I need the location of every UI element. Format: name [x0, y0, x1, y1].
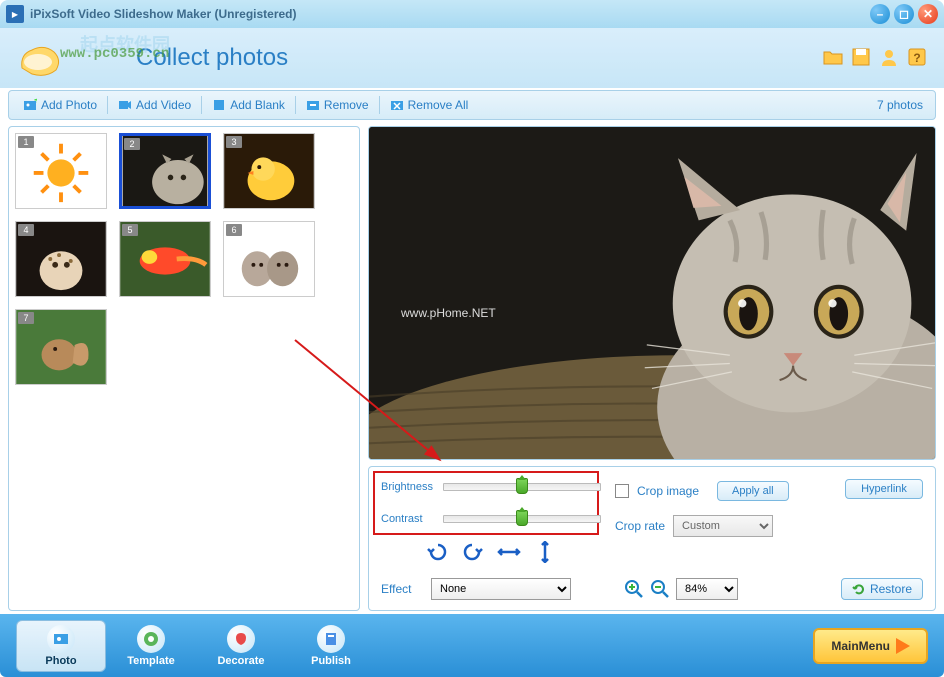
- photo-count: 7 photos: [877, 98, 929, 112]
- thumbnail-panel: 1 2 3 4 5 6 7: [8, 126, 360, 611]
- add-video-icon: [118, 98, 132, 112]
- close-button[interactable]: ✕: [918, 4, 938, 24]
- nav-publish-label: Publish: [311, 655, 351, 667]
- preview-watermark: www.pHome.NET: [401, 306, 496, 320]
- brightness-slider[interactable]: [443, 483, 601, 491]
- restore-label: Restore: [870, 582, 912, 596]
- brightness-label: Brightness: [381, 481, 443, 493]
- crop-image-checkbox[interactable]: [615, 484, 629, 498]
- preview-panel: www.pHome.NET: [368, 126, 936, 460]
- thumb-number: 5: [122, 224, 138, 236]
- restore-icon: [852, 582, 866, 596]
- main-menu-button[interactable]: MainMenu: [813, 628, 928, 664]
- nav-photo[interactable]: Photo: [16, 620, 106, 672]
- menu-arrow-icon: [896, 638, 910, 654]
- rotate-right-button[interactable]: [460, 541, 486, 563]
- remove-all-icon: [390, 98, 404, 112]
- thumbnail-7[interactable]: 7: [15, 309, 107, 385]
- flip-horizontal-button[interactable]: [496, 541, 522, 563]
- rotate-left-button[interactable]: [424, 541, 450, 563]
- add-photo-button[interactable]: + Add Photo: [15, 95, 105, 115]
- add-video-label: Add Video: [136, 98, 191, 112]
- window-title: iPixSoft Video Slideshow Maker (Unregist…: [30, 7, 870, 21]
- effect-select[interactable]: None: [431, 578, 571, 600]
- minimize-button[interactable]: –: [870, 4, 890, 24]
- nav-template[interactable]: Template: [106, 621, 196, 671]
- title-bar: ▶ iPixSoft Video Slideshow Maker (Unregi…: [0, 0, 944, 28]
- nav-decorate[interactable]: Decorate: [196, 621, 286, 671]
- contrast-label: Contrast: [381, 513, 443, 525]
- crop-rate-select[interactable]: Custom: [673, 515, 773, 537]
- bottom-nav: Photo Template Decorate Publish MainMenu: [0, 614, 944, 677]
- nav-photo-label: Photo: [45, 655, 76, 667]
- flip-vertical-button[interactable]: [532, 541, 558, 563]
- remove-label: Remove: [324, 98, 369, 112]
- zoom-in-icon[interactable]: [624, 579, 644, 599]
- add-blank-button[interactable]: Add Blank: [204, 95, 293, 115]
- nav-publish[interactable]: Publish: [286, 621, 376, 671]
- crop-rate-label: Crop rate: [615, 519, 665, 533]
- help-icon[interactable]: ?: [906, 46, 928, 68]
- svg-text:+: +: [34, 98, 37, 107]
- zoom-out-icon[interactable]: [650, 579, 670, 599]
- open-folder-icon[interactable]: [822, 46, 844, 68]
- contrast-slider[interactable]: [443, 515, 601, 523]
- header: 起点软件园 www.pc0359.cn Collect photos ?: [0, 28, 944, 88]
- thumbnail-1[interactable]: 1: [15, 133, 107, 209]
- thumbnail-5[interactable]: 5: [119, 221, 211, 297]
- apply-all-button[interactable]: Apply all: [717, 481, 789, 501]
- thumbnail-4[interactable]: 4: [15, 221, 107, 297]
- thumb-number: 6: [226, 224, 242, 236]
- thumbnail-2[interactable]: 2: [119, 133, 211, 209]
- add-blank-label: Add Blank: [230, 98, 285, 112]
- hyperlink-button[interactable]: Hyperlink: [845, 479, 923, 499]
- publish-nav-icon: [317, 625, 345, 653]
- remove-all-label: Remove All: [408, 98, 469, 112]
- remove-button[interactable]: Remove: [298, 95, 377, 115]
- restore-button[interactable]: Restore: [841, 578, 923, 600]
- add-photo-label: Add Photo: [41, 98, 97, 112]
- preview-image: [369, 127, 935, 459]
- add-video-button[interactable]: Add Video: [110, 95, 199, 115]
- add-photo-icon: +: [23, 98, 37, 112]
- thumb-number: 3: [226, 136, 242, 148]
- app-logo: [16, 34, 64, 82]
- nav-decorate-label: Decorate: [217, 655, 264, 667]
- controls-panel: Brightness Contrast: [368, 466, 936, 611]
- template-nav-icon: [137, 625, 165, 653]
- remove-all-button[interactable]: Remove All: [382, 95, 477, 115]
- remove-icon: [306, 98, 320, 112]
- zoom-select[interactable]: 84%: [676, 578, 738, 600]
- user-icon[interactable]: [878, 46, 900, 68]
- effect-label: Effect: [381, 582, 421, 596]
- nav-template-label: Template: [127, 655, 174, 667]
- app-icon: ▶: [6, 5, 24, 23]
- thumbnail-3[interactable]: 3: [223, 133, 315, 209]
- maximize-button[interactable]: ◻: [894, 4, 914, 24]
- thumb-number: 1: [18, 136, 34, 148]
- crop-image-label: Crop image: [637, 484, 699, 498]
- thumbnail-6[interactable]: 6: [223, 221, 315, 297]
- photo-nav-icon: [47, 625, 75, 653]
- main-menu-label: MainMenu: [831, 639, 890, 653]
- toolbar: + Add Photo Add Video Add Blank Remove R…: [8, 90, 936, 120]
- thumb-number: 7: [18, 312, 34, 324]
- svg-text:?: ?: [913, 51, 920, 65]
- thumb-number: 2: [124, 138, 140, 150]
- save-icon[interactable]: [850, 46, 872, 68]
- overlay-url: www.pc0359.cn: [60, 46, 169, 62]
- add-blank-icon: [212, 98, 226, 112]
- decorate-nav-icon: [227, 625, 255, 653]
- thumb-number: 4: [18, 224, 34, 236]
